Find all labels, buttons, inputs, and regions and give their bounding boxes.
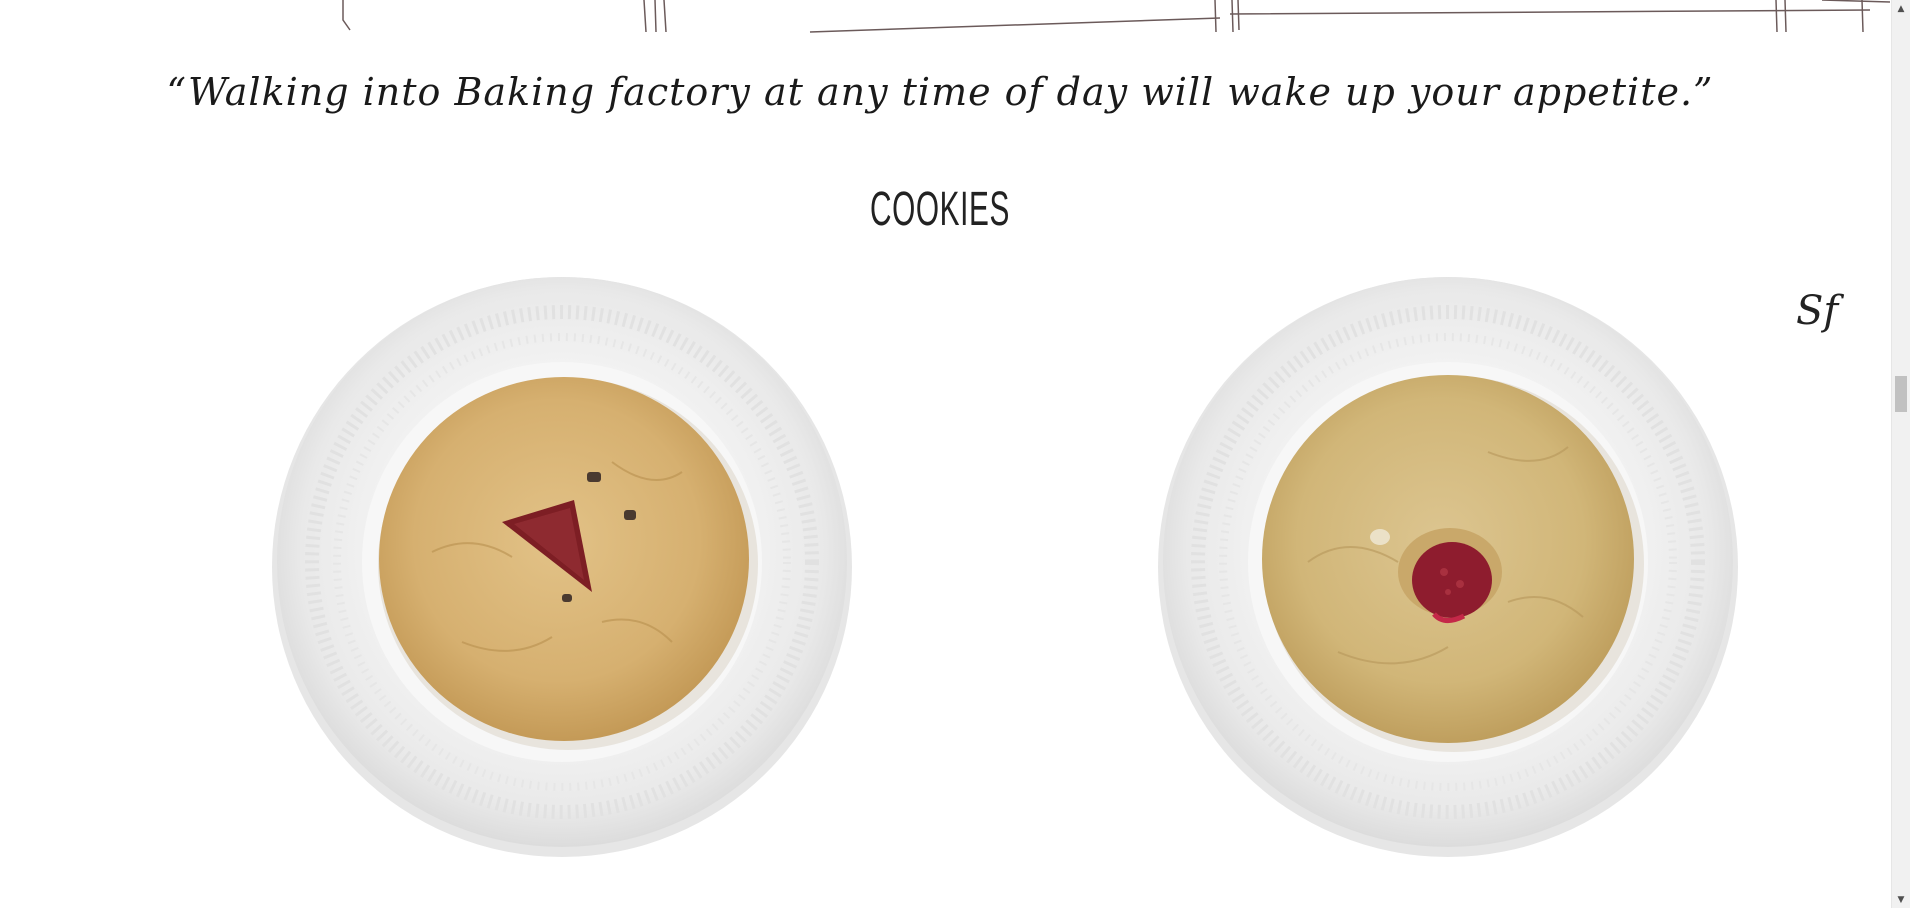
vertical-scrollbar[interactable]: ▲ ▼ [1891, 0, 1910, 908]
sketch-illustration [342, 0, 1891, 33]
cookie-plate-image [272, 277, 852, 857]
product-card-cookie-1[interactable] [262, 262, 862, 862]
page: “Walking into Baking factory at any time… [0, 0, 1891, 908]
section-title: COOKIES [870, 183, 1010, 236]
scrollbar-thumb[interactable] [1895, 376, 1907, 412]
scroll-down-arrow-icon[interactable]: ▼ [1892, 891, 1910, 908]
cookie-plate-image [1158, 277, 1738, 857]
quote-text: “Walking into Baking factory at any time… [166, 70, 1714, 114]
product-card-cookie-2[interactable] [1148, 262, 1748, 862]
scroll-up-arrow-icon[interactable]: ▲ [1892, 0, 1910, 17]
brand-logo-mark[interactable]: Sf [1796, 288, 1838, 334]
